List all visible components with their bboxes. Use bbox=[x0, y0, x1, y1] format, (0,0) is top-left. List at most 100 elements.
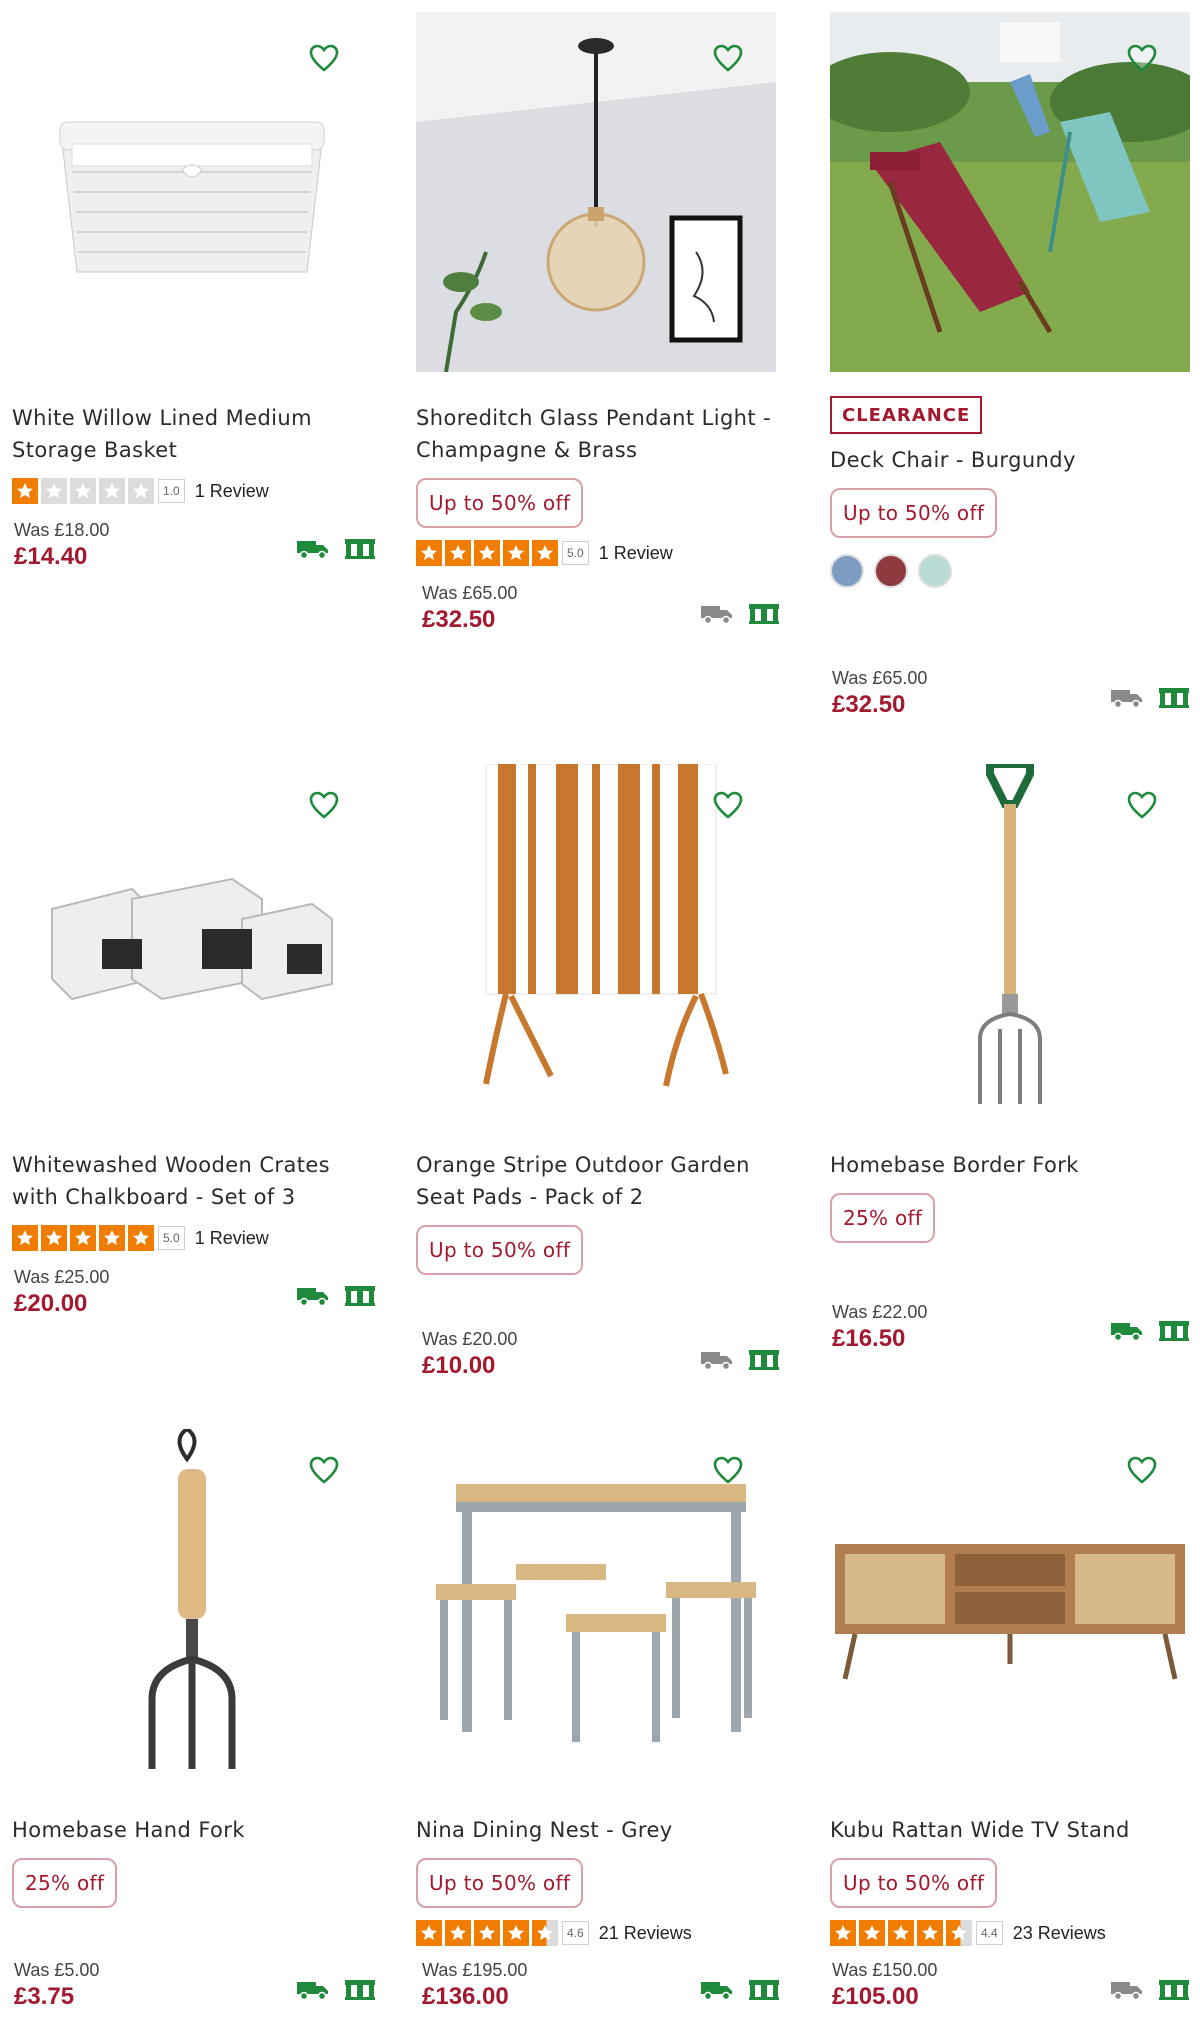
product-card[interactable]: Shoreditch Glass Pendant Light - Champag… bbox=[408, 0, 816, 747]
product-image[interactable] bbox=[12, 12, 372, 372]
wishlist-heart-icon[interactable] bbox=[1124, 787, 1160, 823]
product-title[interactable]: Orange Stripe Outdoor Garden Seat Pads -… bbox=[416, 1149, 776, 1213]
offer-badge: 25% off bbox=[12, 1858, 118, 1908]
product-title[interactable]: Kubu Rattan Wide TV Stand bbox=[830, 1814, 1190, 1846]
was-price: Was £65.00 bbox=[422, 583, 518, 603]
star-icon bbox=[99, 1225, 125, 1251]
product-title[interactable]: White Willow Lined Medium Storage Basket bbox=[12, 402, 372, 466]
review-count-link[interactable]: 1 Review bbox=[195, 1228, 269, 1249]
review-count-link[interactable]: 1 Review bbox=[195, 481, 269, 502]
delivery-truck-icon bbox=[701, 1982, 732, 2001]
star-icon bbox=[474, 1920, 500, 1946]
was-price: Was £195.00 bbox=[422, 1960, 528, 1980]
wishlist-heart-icon[interactable] bbox=[1124, 1452, 1160, 1488]
wishlist-heart-icon[interactable] bbox=[306, 40, 342, 76]
product-rating: 4.4 23 Reviews bbox=[830, 1918, 1188, 1948]
product-pricing: Was £20.00 £10.00 bbox=[422, 1329, 517, 1380]
offer-badge: Up to 50% off bbox=[416, 1858, 584, 1908]
offer-badge: Up to 50% off bbox=[830, 1858, 998, 1908]
product-rating: 4.6 21 Reviews bbox=[416, 1918, 804, 1948]
dining-set-image bbox=[436, 1484, 756, 1742]
delivery-truck-icon bbox=[1111, 690, 1142, 709]
fulfilment-icons bbox=[296, 1979, 376, 2001]
product-title[interactable]: Deck Chair - Burgundy bbox=[830, 444, 1190, 476]
star-icon bbox=[41, 1225, 67, 1251]
product-image[interactable] bbox=[416, 12, 776, 372]
product-card[interactable]: Kubu Rattan Wide TV Stand Up to 50% off … bbox=[816, 1412, 1200, 2021]
product-pricing: Was £22.00 £16.50 bbox=[832, 1302, 927, 1353]
product-card[interactable]: CLEARANCE Deck Chair - Burgundy Up to 50… bbox=[816, 0, 1200, 747]
colour-swatch-mint[interactable] bbox=[918, 554, 952, 588]
product-card[interactable]: Whitewashed Wooden Crates with Chalkboar… bbox=[0, 747, 408, 1412]
product-card[interactable]: Homebase Hand Fork 25% off Was £5.00 £3.… bbox=[0, 1412, 408, 2021]
current-price: £105.00 bbox=[832, 1983, 919, 2010]
product-title[interactable]: Whitewashed Wooden Crates with Chalkboar… bbox=[12, 1149, 372, 1213]
fulfilment-icons bbox=[700, 603, 780, 625]
delivery-truck-icon bbox=[297, 541, 328, 560]
star-icon bbox=[503, 1920, 529, 1946]
fulfilment-icons bbox=[1110, 687, 1190, 709]
product-pricing: Was £5.00 £3.75 bbox=[14, 1960, 99, 2011]
star-icon bbox=[474, 540, 500, 566]
star-icon bbox=[416, 1920, 442, 1946]
product-image[interactable] bbox=[830, 12, 1190, 372]
current-price: £20.00 bbox=[14, 1290, 88, 1317]
click-and-collect-store-icon bbox=[1159, 688, 1189, 708]
current-price: £32.50 bbox=[832, 691, 906, 718]
click-and-collect-store-icon bbox=[1159, 1321, 1189, 1341]
colour-swatch-burgundy[interactable] bbox=[874, 554, 908, 588]
product-pricing: Was £195.00 £136.00 bbox=[422, 1960, 527, 2011]
border-fork-image bbox=[978, 764, 1042, 1104]
product-image[interactable] bbox=[12, 759, 372, 1119]
fulfilment-icons bbox=[296, 538, 376, 560]
product-pricing: Was £25.00 £20.00 bbox=[14, 1267, 109, 1318]
product-image[interactable] bbox=[12, 1424, 372, 1784]
product-card[interactable]: Homebase Border Fork 25% off Was £22.00 … bbox=[816, 747, 1200, 1412]
wishlist-heart-icon[interactable] bbox=[306, 787, 342, 823]
colour-swatches bbox=[830, 554, 1188, 588]
review-count-link[interactable]: 1 Review bbox=[599, 543, 673, 564]
click-and-collect-store-icon bbox=[1159, 1980, 1189, 2000]
wishlist-heart-icon[interactable] bbox=[710, 787, 746, 823]
offer-badge: Up to 50% off bbox=[416, 478, 584, 528]
seat-pad-image bbox=[483, 764, 729, 1087]
current-price: £16.50 bbox=[832, 1325, 906, 1352]
star-icon bbox=[99, 478, 125, 504]
product-image[interactable] bbox=[830, 759, 1190, 1119]
product-card[interactable]: Orange Stripe Outdoor Garden Seat Pads -… bbox=[408, 747, 816, 1412]
wishlist-heart-icon[interactable] bbox=[306, 1452, 342, 1488]
star-icon bbox=[859, 1920, 885, 1946]
star-half-icon bbox=[946, 1920, 972, 1946]
product-image[interactable] bbox=[416, 759, 776, 1119]
delivery-truck-icon bbox=[1111, 1982, 1142, 2001]
wishlist-heart-icon[interactable] bbox=[710, 40, 746, 76]
wooden-crates-image bbox=[51, 877, 333, 1001]
star-rating bbox=[12, 478, 154, 504]
product-image[interactable] bbox=[416, 1424, 776, 1784]
star-half-icon bbox=[532, 1920, 558, 1946]
offer-badge: Up to 50% off bbox=[830, 488, 998, 538]
product-rating: 5.0 1 Review bbox=[12, 1223, 396, 1253]
review-count-link[interactable]: 23 Reviews bbox=[1013, 1923, 1106, 1944]
wishlist-heart-icon[interactable] bbox=[710, 1452, 746, 1488]
product-rating: 5.0 1 Review bbox=[416, 538, 804, 568]
star-rating bbox=[12, 1225, 154, 1251]
star-rating bbox=[830, 1920, 972, 1946]
was-price: Was £22.00 bbox=[832, 1302, 928, 1322]
product-title[interactable]: Shoreditch Glass Pendant Light - Champag… bbox=[416, 402, 776, 466]
product-card[interactable]: Nina Dining Nest - Grey Up to 50% off 4.… bbox=[408, 1412, 816, 2021]
wishlist-heart-icon[interactable] bbox=[1124, 40, 1160, 76]
colour-swatch-blue[interactable] bbox=[830, 554, 864, 588]
product-image[interactable] bbox=[830, 1424, 1190, 1784]
storage-basket-image bbox=[59, 121, 325, 273]
product-card[interactable]: White Willow Lined Medium Storage Basket… bbox=[0, 0, 408, 747]
product-title[interactable]: Nina Dining Nest - Grey bbox=[416, 1814, 776, 1846]
current-price: £14.40 bbox=[14, 543, 88, 570]
star-icon bbox=[70, 478, 96, 504]
star-icon bbox=[416, 540, 442, 566]
click-and-collect-store-icon bbox=[749, 1350, 779, 1370]
product-title[interactable]: Homebase Hand Fork bbox=[12, 1814, 372, 1846]
delivery-truck-icon bbox=[1111, 1323, 1142, 1342]
product-title[interactable]: Homebase Border Fork bbox=[830, 1149, 1190, 1181]
review-count-link[interactable]: 21 Reviews bbox=[599, 1923, 692, 1944]
